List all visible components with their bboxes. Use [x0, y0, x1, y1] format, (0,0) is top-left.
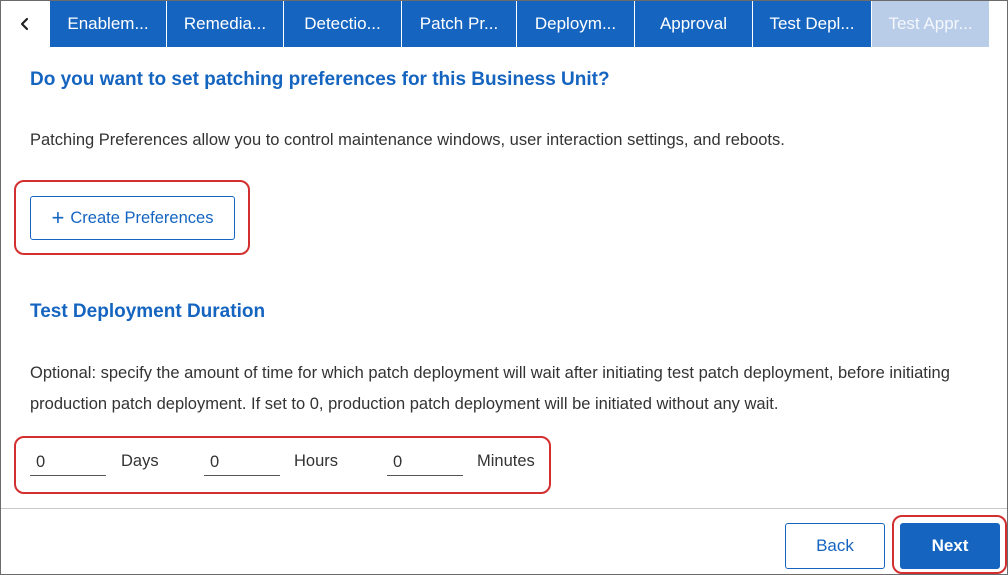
wizard-window: Enablem... Remedia... Detectio... Patch …	[0, 0, 1008, 575]
wizard-tab-bar: Enablem... Remedia... Detectio... Patch …	[1, 1, 1007, 47]
tab-detection[interactable]: Detectio...	[283, 1, 401, 47]
tab-deployment[interactable]: Deploym...	[516, 1, 634, 47]
tab-approval[interactable]: Approval	[634, 1, 752, 47]
next-button[interactable]: Next	[900, 523, 1000, 569]
tab-scroll-back-button[interactable]	[1, 1, 49, 47]
back-button[interactable]: Back	[785, 523, 885, 569]
tab-patch-preferences[interactable]: Patch Pr...	[401, 1, 516, 47]
test-deployment-duration-description: Optional: specify the amount of time for…	[30, 364, 950, 413]
create-preferences-button[interactable]: + Create Preferences	[30, 196, 235, 240]
footer-divider	[1, 508, 1007, 509]
days-label: Days	[121, 452, 159, 470]
tab-remediation[interactable]: Remedia...	[166, 1, 283, 47]
test-deployment-duration-title: Test Deployment Duration	[30, 301, 266, 322]
chevron-left-icon	[20, 17, 29, 31]
tab-test-approval: Test Appr...	[871, 1, 989, 47]
tab-test-deployment[interactable]: Test Depl...	[752, 1, 871, 47]
plus-icon: +	[51, 205, 65, 230]
create-preferences-label: Create Preferences	[70, 208, 214, 227]
minutes-label: Minutes	[477, 452, 535, 470]
patching-preferences-description: Patching Preferences allow you to contro…	[30, 131, 785, 149]
hours-label: Hours	[294, 452, 339, 470]
minutes-input[interactable]	[387, 450, 463, 476]
hours-input[interactable]	[204, 450, 280, 476]
tab-enablement[interactable]: Enablem...	[49, 1, 166, 47]
days-input[interactable]	[30, 450, 106, 476]
patching-preferences-question: Do you want to set patching preferences …	[30, 69, 610, 90]
